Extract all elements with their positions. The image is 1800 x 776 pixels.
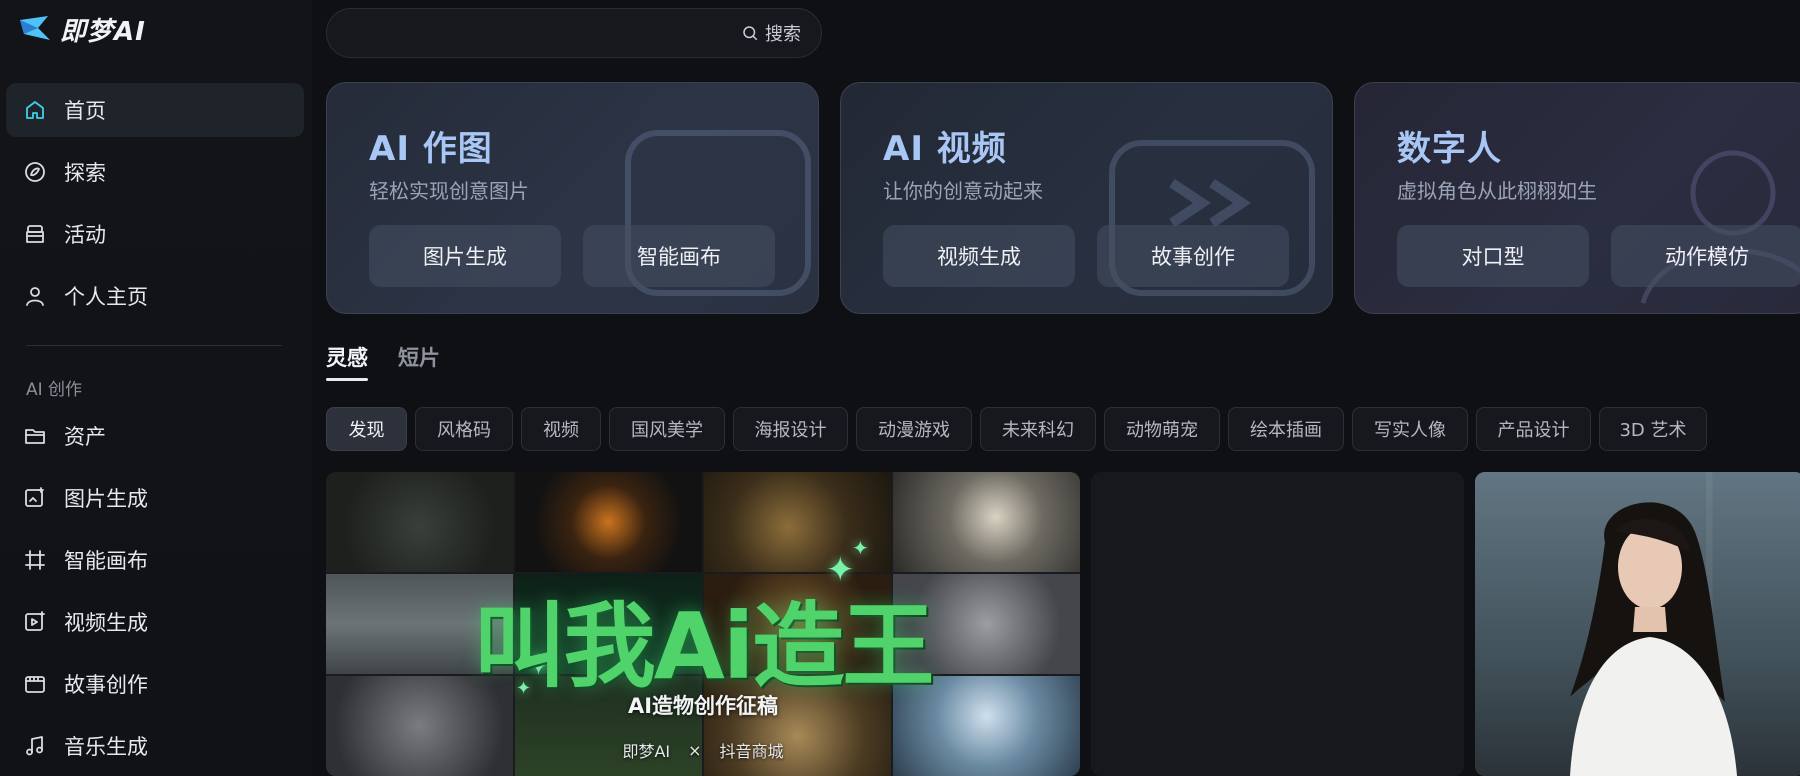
nav-item-label: 资产 bbox=[64, 425, 106, 449]
chip-sci-fi[interactable]: 未来科幻 bbox=[980, 407, 1096, 451]
nav-item-label: 故事创作 bbox=[64, 673, 148, 697]
chip-cute-pets[interactable]: 动物萌宠 bbox=[1104, 407, 1220, 451]
nav-item-label: 图片生成 bbox=[64, 487, 148, 511]
video-gen-icon bbox=[22, 609, 48, 635]
story-creation-button[interactable]: 故事创作 bbox=[1097, 225, 1289, 287]
chip-discover[interactable]: 发现 bbox=[326, 407, 407, 451]
nav-item-video-gen[interactable]: 视频生成 bbox=[6, 595, 304, 649]
tab-shorts[interactable]: 短片 bbox=[398, 342, 440, 372]
nav-item-music[interactable]: 音乐生成 bbox=[6, 719, 304, 773]
search-button-label: 搜索 bbox=[765, 24, 801, 45]
gallery-item-portrait[interactable] bbox=[1475, 472, 1800, 776]
nav-item-assets[interactable]: 资产 bbox=[6, 409, 304, 463]
chip-realistic-portrait[interactable]: 写实人像 bbox=[1352, 407, 1468, 451]
chip-3d-art[interactable]: 3D 艺术 bbox=[1599, 407, 1707, 451]
app-root: 即梦AI 首页 探索 活动 个人主页 AI 创作 资产 图片生成 智能画布 视频… bbox=[0, 0, 1800, 776]
card-ai-video[interactable]: AI 视频 让你的创意动起来 视频生成 故事创作 bbox=[840, 82, 1333, 314]
nav-item-label: 音乐生成 bbox=[64, 735, 148, 759]
card-title: AI 视频 bbox=[883, 129, 1007, 169]
card-digital-human[interactable]: 数字人 虚拟角色从此栩栩如生 对口型 动作模仿 bbox=[1354, 82, 1800, 314]
nav-item-event[interactable]: 活动 bbox=[6, 207, 304, 261]
nav-item-explore[interactable]: 探索 bbox=[6, 145, 304, 199]
user-icon bbox=[22, 283, 48, 309]
chip-picture-book[interactable]: 绘本插画 bbox=[1228, 407, 1344, 451]
image-gen-icon bbox=[22, 485, 48, 511]
sidebar: 即梦AI 首页 探索 活动 个人主页 AI 创作 资产 图片生成 智能画布 视频… bbox=[0, 0, 312, 776]
logo-icon bbox=[20, 16, 50, 40]
nav-item-label: 首页 bbox=[64, 99, 106, 123]
home-icon bbox=[22, 97, 48, 123]
mosaic-image bbox=[893, 472, 1080, 572]
mosaic-image bbox=[515, 472, 702, 572]
promo-brand-right: 抖音商城 bbox=[719, 742, 784, 761]
chip-video[interactable]: 视频 bbox=[521, 407, 601, 451]
gallery-item-placeholder[interactable] bbox=[1091, 472, 1464, 776]
canvas-icon bbox=[22, 547, 48, 573]
nav-item-home[interactable]: 首页 bbox=[6, 83, 304, 137]
search-icon bbox=[743, 26, 758, 41]
event-icon bbox=[22, 221, 48, 247]
nav-item-label: 视频生成 bbox=[64, 611, 148, 635]
nav-item-profile[interactable]: 个人主页 bbox=[6, 269, 304, 323]
gallery-item-promo[interactable]: ✦ ✦ ✦ ✦ 叫我Ai造王 AI造物创作征稿 即梦AI × 抖音商城 bbox=[326, 472, 1080, 776]
chip-style-code[interactable]: 风格码 bbox=[415, 407, 513, 451]
video-gen-button[interactable]: 视频生成 bbox=[883, 225, 1075, 287]
story-icon bbox=[22, 671, 48, 697]
card-title: AI 作图 bbox=[369, 129, 493, 169]
nav-item-story[interactable]: 故事创作 bbox=[6, 657, 304, 711]
brand-name: 即梦AI bbox=[60, 16, 146, 47]
search-bar[interactable]: 搜索 bbox=[326, 8, 822, 58]
brand-logo[interactable]: 即梦AI bbox=[18, 12, 146, 47]
tab-active-indicator bbox=[326, 378, 368, 381]
image-gen-button[interactable]: 图片生成 bbox=[369, 225, 561, 287]
card-title: 数字人 bbox=[1397, 129, 1502, 169]
lip-sync-button[interactable]: 对口型 bbox=[1397, 225, 1589, 287]
promo-brands: 即梦AI × 抖音商城 bbox=[326, 738, 1080, 762]
card-subtitle: 让你的创意动起来 bbox=[883, 179, 1043, 203]
search-button[interactable]: 搜索 bbox=[741, 9, 801, 57]
music-icon bbox=[22, 733, 48, 759]
folder-icon bbox=[22, 423, 48, 449]
nav-item-label: 活动 bbox=[64, 223, 106, 247]
promo-separator: × bbox=[688, 740, 702, 760]
nav-item-canvas[interactable]: 智能画布 bbox=[6, 533, 304, 587]
motion-mimic-button[interactable]: 动作模仿 bbox=[1611, 225, 1800, 287]
tab-inspiration[interactable]: 灵感 bbox=[326, 342, 368, 372]
promo-brand-left: 即梦AI bbox=[622, 742, 671, 761]
nav-item-image-gen[interactable]: 图片生成 bbox=[6, 471, 304, 525]
chip-chinese-aesthetic[interactable]: 国风美学 bbox=[609, 407, 725, 451]
card-subtitle: 虚拟角色从此栩栩如生 bbox=[1397, 179, 1597, 203]
smart-canvas-button[interactable]: 智能画布 bbox=[583, 225, 775, 287]
chip-anime-games[interactable]: 动漫游戏 bbox=[856, 407, 972, 451]
nav-item-label: 探索 bbox=[64, 161, 106, 185]
card-ai-image[interactable]: AI 作图 轻松实现创意图片 图片生成 智能画布 bbox=[326, 82, 819, 314]
section-label-ai-creation: AI 创作 bbox=[26, 380, 83, 400]
sidebar-divider bbox=[26, 345, 282, 346]
nav-item-label: 个人主页 bbox=[64, 285, 148, 309]
mosaic-image bbox=[326, 472, 513, 572]
card-subtitle: 轻松实现创意图片 bbox=[369, 179, 529, 203]
chip-product-design[interactable]: 产品设计 bbox=[1476, 407, 1591, 451]
promo-title: 叫我Ai造王 bbox=[473, 593, 935, 700]
portrait-image bbox=[1570, 502, 1737, 776]
promo-subtitle: AI造物创作征稿 bbox=[627, 694, 779, 718]
nav-item-label: 智能画布 bbox=[64, 549, 148, 573]
sparkle-icon: ✦ bbox=[852, 536, 869, 560]
chip-poster-design[interactable]: 海报设计 bbox=[733, 407, 848, 451]
explore-icon bbox=[22, 159, 48, 185]
